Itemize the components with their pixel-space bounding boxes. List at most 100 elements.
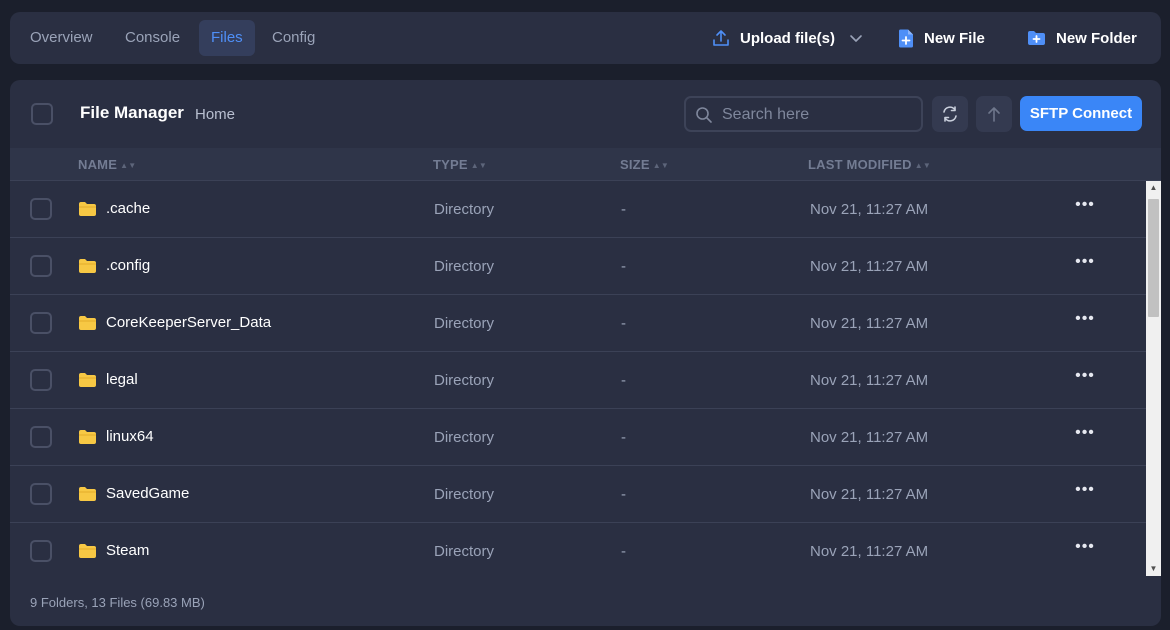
tab-console[interactable]: Console (115, 20, 190, 56)
sftp-connect-button[interactable]: SFTP Connect (1020, 96, 1142, 131)
table-row[interactable]: linux64 Directory - Nov 21, 11:27 AM ••• (10, 409, 1146, 466)
file-list-scrollbar[interactable]: ▲ ▼ (1146, 181, 1161, 576)
file-type: Directory (434, 543, 495, 560)
folder-icon (79, 430, 96, 444)
file-name[interactable]: legal (106, 371, 138, 388)
table-row[interactable]: legal Directory - Nov 21, 11:27 AM ••• (10, 352, 1146, 409)
upload-files-label: Upload file(s) (740, 29, 836, 47)
scrollbar-thumb[interactable] (1148, 199, 1159, 317)
upload-files-button[interactable]: Upload file(s) (712, 20, 863, 56)
file-size: - (621, 486, 626, 503)
table-row[interactable]: Steam Directory - Nov 21, 11:27 AM ••• (10, 523, 1146, 576)
row-checkbox[interactable] (30, 426, 52, 448)
file-name[interactable]: Steam (106, 542, 149, 559)
column-header-name-label: NAME (78, 157, 118, 172)
file-modified: Nov 21, 11:27 AM (810, 201, 929, 218)
file-size: - (621, 315, 626, 332)
folder-icon (79, 259, 96, 273)
page-title: File Manager (80, 103, 184, 122)
new-file-label: New File (924, 29, 985, 47)
row-checkbox[interactable] (30, 312, 52, 334)
file-modified: Nov 21, 11:27 AM (810, 543, 929, 560)
file-size: - (621, 201, 626, 218)
folder-icon (79, 544, 96, 558)
column-header-type[interactable]: TYPE ▲▼ (433, 157, 487, 172)
file-type: Directory (434, 372, 495, 389)
file-type: Directory (434, 201, 495, 218)
column-header-size[interactable]: SIZE ▲▼ (620, 157, 669, 172)
file-modified: Nov 21, 11:27 AM (810, 315, 929, 332)
chevron-down-icon[interactable] (849, 31, 863, 45)
tab-files[interactable]: Files (199, 20, 255, 56)
file-modified: Nov 21, 11:27 AM (810, 429, 929, 446)
upload-icon (713, 30, 729, 46)
file-modified: Nov 21, 11:27 AM (810, 372, 929, 389)
arrow-up-icon (988, 107, 1000, 122)
sort-icon: ▲▼ (914, 161, 931, 171)
new-file-button[interactable]: New File (898, 20, 985, 56)
ellipsis-icon[interactable]: ••• (1074, 538, 1096, 564)
column-header-size-label: SIZE (620, 157, 650, 172)
file-manager-panel: File Manager Home SFTP Connect NAME▲▼ TY… (10, 80, 1161, 626)
refresh-icon (943, 106, 957, 122)
parent-directory-button[interactable] (976, 96, 1012, 132)
sort-icon: ▲▼ (120, 161, 137, 171)
file-size: - (621, 429, 626, 446)
top-nav-bar: Overview Console Files Config Upload fil… (10, 12, 1161, 64)
search-box (684, 96, 923, 132)
file-type: Directory (434, 429, 495, 446)
folder-icon (79, 373, 96, 387)
table-row[interactable]: CoreKeeperServer_Data Directory - Nov 21… (10, 295, 1146, 352)
sort-icon: ▲▼ (470, 161, 488, 171)
file-modified: Nov 21, 11:27 AM (810, 486, 929, 503)
file-name[interactable]: SavedGame (106, 485, 189, 502)
file-type: Directory (434, 486, 495, 503)
column-header-modified-label: LAST MODIFIED (808, 157, 912, 172)
refresh-button[interactable] (932, 96, 968, 132)
row-checkbox[interactable] (30, 540, 52, 562)
column-header-name[interactable]: NAME ▲▼ (78, 157, 136, 172)
ellipsis-icon[interactable]: ••• (1074, 481, 1096, 507)
folder-icon (79, 316, 96, 330)
ellipsis-icon[interactable]: ••• (1074, 367, 1096, 393)
file-name[interactable]: .cache (106, 200, 150, 217)
file-name[interactable]: .config (106, 257, 150, 274)
ellipsis-icon[interactable]: ••• (1074, 196, 1096, 222)
file-plus-icon (899, 29, 913, 47)
table-row[interactable]: .cache Directory - Nov 21, 11:27 AM ••• (10, 181, 1146, 238)
file-type: Directory (434, 258, 495, 275)
row-checkbox[interactable] (30, 369, 52, 391)
folder-icon (79, 202, 96, 216)
file-modified: Nov 21, 11:27 AM (810, 258, 929, 275)
file-type: Directory (434, 315, 495, 332)
file-list: .cache Directory - Nov 21, 11:27 AM ••• … (10, 181, 1146, 576)
table-row[interactable]: .config Directory - Nov 21, 11:27 AM ••• (10, 238, 1146, 295)
select-all-checkbox[interactable] (31, 103, 53, 125)
file-name[interactable]: linux64 (106, 428, 154, 445)
row-checkbox[interactable] (30, 198, 52, 220)
row-checkbox[interactable] (30, 255, 52, 277)
table-header: NAME ▲▼ TYPE ▲▼ SIZE ▲▼ LAST MODIFIED ▲▼ (10, 148, 1161, 181)
file-name[interactable]: CoreKeeperServer_Data (106, 314, 271, 331)
row-checkbox[interactable] (30, 483, 52, 505)
table-row[interactable]: SavedGame Directory - Nov 21, 11:27 AM •… (10, 466, 1146, 523)
tab-config[interactable]: Config (262, 20, 325, 56)
ellipsis-icon[interactable]: ••• (1074, 424, 1096, 450)
column-header-last-modified[interactable]: LAST MODIFIED ▲▼ (808, 157, 931, 172)
sort-icon: ▲▼ (652, 161, 669, 171)
breadcrumb[interactable]: Home (195, 106, 235, 123)
tab-overview[interactable]: Overview (20, 20, 103, 56)
new-folder-button[interactable]: New Folder (1027, 20, 1137, 56)
search-input[interactable] (720, 98, 919, 132)
column-header-type-label: TYPE (433, 157, 468, 172)
ellipsis-icon[interactable]: ••• (1074, 253, 1096, 279)
new-folder-label: New Folder (1056, 29, 1137, 47)
directory-summary: 9 Folders, 13 Files (69.83 MB) (30, 595, 205, 610)
folder-plus-icon (1028, 31, 1045, 45)
file-size: - (621, 543, 626, 560)
scroll-up-arrow-icon[interactable]: ▲ (1146, 181, 1161, 195)
search-icon (696, 107, 712, 123)
file-size: - (621, 258, 626, 275)
ellipsis-icon[interactable]: ••• (1074, 310, 1096, 336)
scroll-down-arrow-icon[interactable]: ▼ (1146, 562, 1161, 576)
